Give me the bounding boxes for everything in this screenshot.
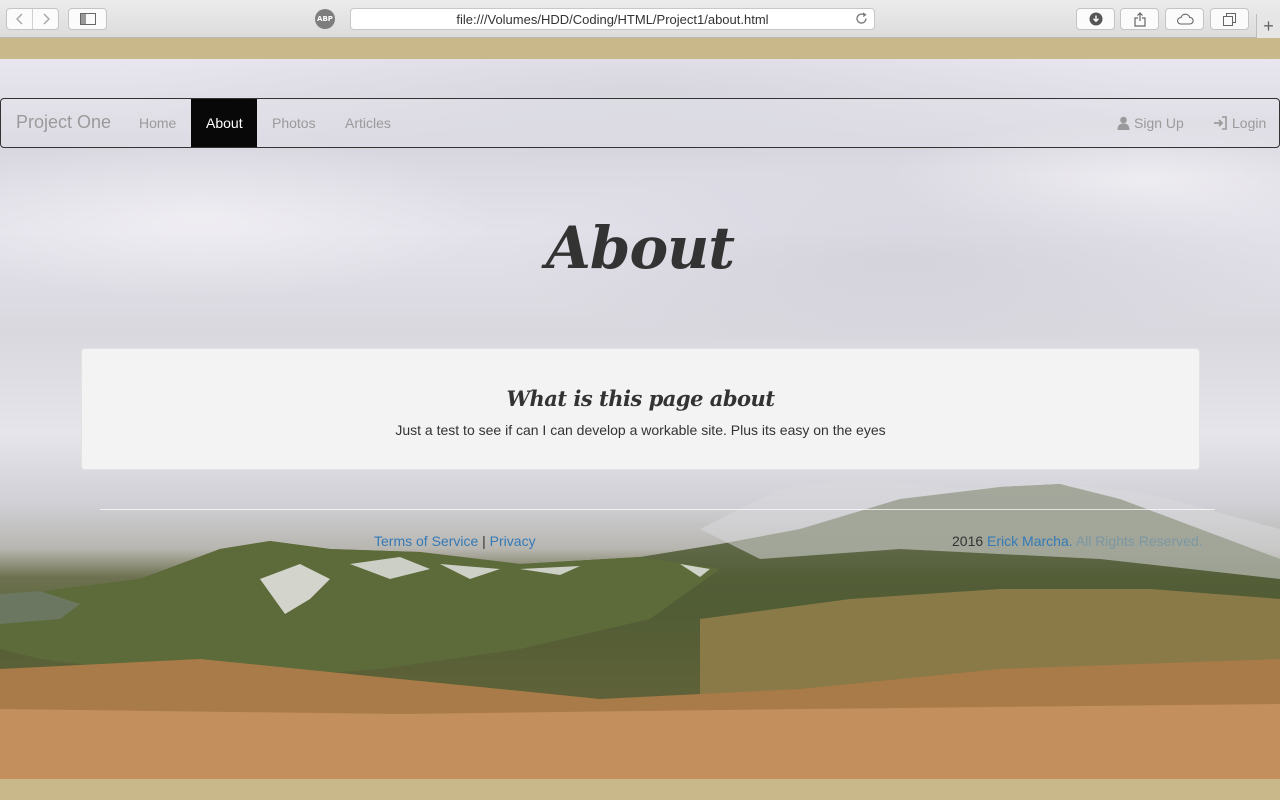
copyright: 2016 Erick Marcha. All Rights Reserved.	[952, 533, 1203, 549]
cloud-icon	[1176, 13, 1194, 25]
downloads-button[interactable]	[1076, 8, 1115, 30]
footer-links: Terms of Service | Privacy	[374, 533, 536, 549]
chevron-left-icon	[15, 13, 23, 25]
tab-overview-button[interactable]	[1210, 8, 1249, 30]
footer-separator: |	[482, 533, 486, 549]
address-bar[interactable]: file:///Volumes/HDD/Coding/HTML/Project1…	[350, 8, 875, 30]
privacy-link[interactable]: Privacy	[490, 533, 536, 549]
user-icon	[1117, 116, 1130, 130]
sidebar-icon	[79, 13, 96, 25]
sign-up-link[interactable]: Sign Up	[1102, 99, 1199, 147]
share-button[interactable]	[1120, 8, 1159, 30]
sign-up-label: Sign Up	[1134, 115, 1184, 131]
new-tab-button[interactable]: +	[1256, 14, 1280, 38]
nav-link-about[interactable]: About	[191, 99, 257, 147]
login-icon	[1213, 116, 1228, 130]
copyright-year: 2016	[952, 533, 984, 549]
adblock-plus-button[interactable]: ABP	[315, 9, 335, 29]
reload-icon[interactable]	[855, 12, 868, 28]
site-brand[interactable]: Project One	[16, 112, 111, 133]
icloud-tabs-button[interactable]	[1165, 8, 1204, 30]
back-button[interactable]	[7, 9, 32, 29]
tab-bar-strip	[0, 38, 1280, 59]
tabs-icon	[1223, 12, 1236, 26]
chevron-right-icon	[43, 13, 50, 25]
footer-divider	[100, 509, 1215, 510]
about-card: What is this page about Just a test to s…	[81, 348, 1200, 470]
page-title: About	[545, 214, 735, 282]
nav-link-photos[interactable]: Photos	[257, 99, 331, 147]
download-icon	[1089, 12, 1102, 26]
url-text: file:///Volumes/HDD/Coding/HTML/Project1…	[456, 11, 769, 27]
rights-text: All Rights Reserved.	[1075, 533, 1203, 549]
forward-button[interactable]	[32, 9, 58, 29]
nav-link-home[interactable]: Home	[124, 99, 191, 147]
sidebar-toggle-button[interactable]	[68, 8, 107, 30]
nav-link-articles[interactable]: Articles	[330, 99, 406, 147]
author-link[interactable]: Erick Marcha.	[987, 533, 1073, 549]
bottom-strip	[0, 779, 1280, 800]
web-page: Project One Home About Photos Articles S…	[0, 59, 1280, 779]
login-label: Login	[1232, 115, 1267, 131]
browser-toolbar: ABP file:///Volumes/HDD/Coding/HTML/Proj…	[0, 0, 1280, 38]
terms-of-service-link[interactable]: Terms of Service	[374, 533, 478, 549]
site-navbar: Project One Home About Photos Articles S…	[0, 98, 1280, 148]
history-nav-buttons	[6, 8, 59, 30]
card-text: Just a test to see if can I can develop …	[395, 422, 886, 438]
login-link[interactable]: Login	[1198, 99, 1280, 147]
card-title: What is this page about	[506, 386, 775, 411]
share-icon	[1133, 11, 1146, 27]
